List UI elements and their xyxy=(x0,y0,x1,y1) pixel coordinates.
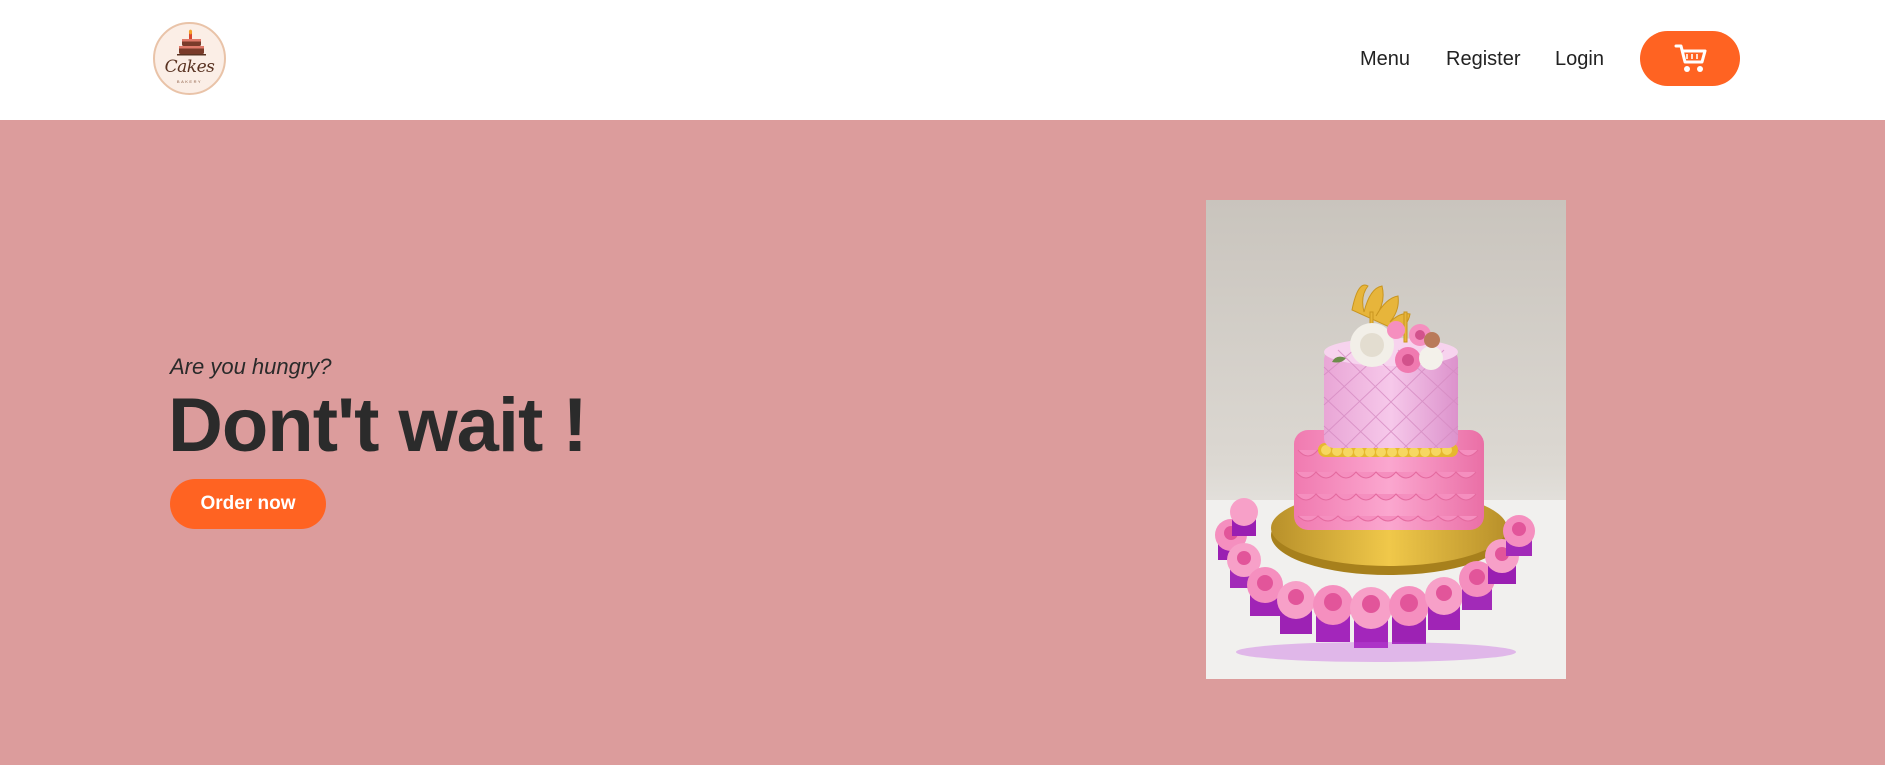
cake-image xyxy=(1206,200,1566,679)
nav-login-link[interactable]: Login xyxy=(1555,48,1604,72)
hero-headline: Dont't wait ! xyxy=(168,383,588,468)
logo-wordmark: Cakes xyxy=(164,57,215,77)
nav-register-link[interactable]: Register xyxy=(1446,48,1520,72)
site-header: Cakes BAKERY Menu Register Login xyxy=(0,0,1889,120)
logo-subtext: BAKERY xyxy=(176,79,203,84)
nav-menu-link[interactable]: Menu xyxy=(1360,48,1410,72)
hero-section: Are you hungry? Dont't wait ! Order now xyxy=(0,120,1885,765)
shopping-cart-icon xyxy=(1674,44,1707,72)
order-now-button[interactable]: Order now xyxy=(170,479,326,529)
page-edge xyxy=(1885,0,1889,765)
brand-logo[interactable]: Cakes BAKERY xyxy=(153,22,226,95)
hero-tagline: Are you hungry? xyxy=(170,354,332,379)
cart-button[interactable] xyxy=(1640,31,1740,86)
